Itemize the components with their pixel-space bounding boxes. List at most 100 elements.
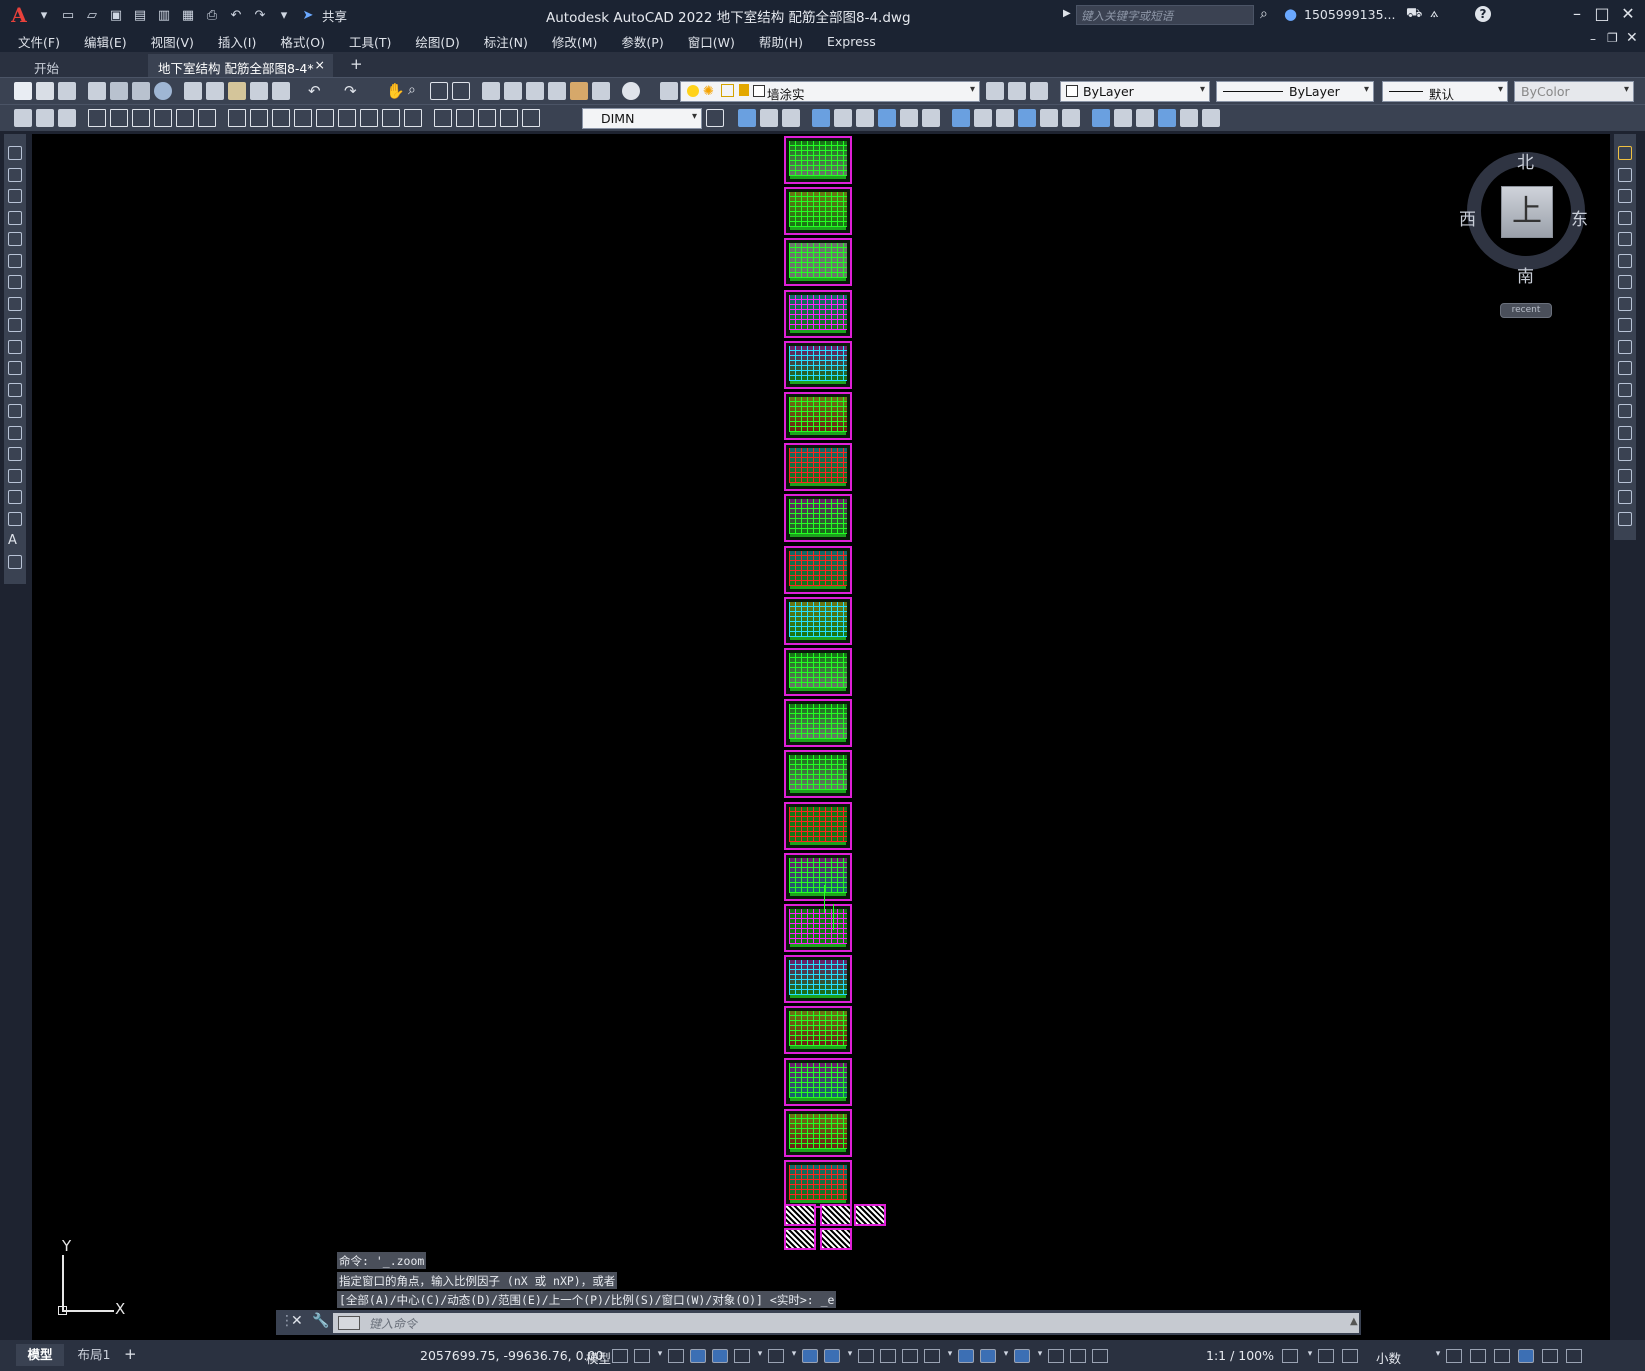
- arc-icon[interactable]: [8, 253, 22, 268]
- close-icon[interactable]: ✕: [1617, 4, 1639, 26]
- chevron-down-icon[interactable]: ▾: [656, 1349, 664, 1363]
- copy-object-icon[interactable]: [760, 109, 778, 127]
- menu-file[interactable]: 文件(F): [18, 32, 60, 51]
- diameter-dim-icon[interactable]: [228, 109, 246, 127]
- cart-icon[interactable]: ⛟: [1406, 6, 1422, 23]
- array-icon[interactable]: [834, 109, 852, 127]
- tab-model[interactable]: 模型: [16, 1344, 64, 1366]
- save-web-icon[interactable]: ▦: [178, 5, 198, 25]
- drawing-sheet[interactable]: [784, 801, 852, 850]
- array-icon[interactable]: [1618, 232, 1632, 246]
- block-editor-icon[interactable]: [272, 82, 290, 100]
- doc-close-icon[interactable]: ✕: [1626, 30, 1638, 46]
- dim-edit-icon[interactable]: [478, 109, 496, 127]
- chevron-down-icon[interactable]: ▾: [970, 84, 975, 95]
- extend-icon[interactable]: [974, 109, 992, 127]
- object-snap-tracking-icon[interactable]: [802, 1349, 818, 1363]
- rectangle-icon[interactable]: [8, 232, 22, 246]
- drawing-sheet[interactable]: [784, 187, 852, 236]
- tab-start[interactable]: 开始: [4, 54, 146, 78]
- share-icon[interactable]: ➤: [298, 5, 318, 25]
- drawing-sheet[interactable]: [784, 392, 852, 440]
- offset-icon[interactable]: [812, 109, 830, 127]
- break-icon[interactable]: [996, 109, 1014, 127]
- drawing-sheet[interactable]: [784, 904, 852, 952]
- dynamic-ucs-icon[interactable]: [958, 1349, 974, 1363]
- maximize-icon[interactable]: □: [1591, 4, 1613, 26]
- insert-block-icon[interactable]: [8, 382, 22, 397]
- viewcube-east[interactable]: 东: [1571, 205, 1588, 230]
- point-icon[interactable]: [8, 425, 22, 440]
- selection-filter-icon[interactable]: [980, 1349, 996, 1363]
- chevron-down-icon[interactable]: ▾: [1306, 1349, 1314, 1363]
- plot-icon[interactable]: [88, 82, 106, 100]
- chevron-down-icon[interactable]: ▾: [846, 1349, 854, 1363]
- workspace-icon[interactable]: [1282, 1349, 1298, 1363]
- tab-close-icon[interactable]: ×: [315, 57, 325, 72]
- drawing-sheet[interactable]: [784, 1006, 852, 1055]
- region-icon[interactable]: [8, 490, 22, 504]
- drawing-sheet[interactable]: [784, 238, 852, 287]
- undo-icon[interactable]: ↶: [226, 5, 246, 25]
- dimstyle-dropdown[interactable]: DIMN ▾: [582, 108, 702, 129]
- save-icon[interactable]: [58, 82, 76, 100]
- aligned-dim-icon[interactable]: [110, 109, 128, 127]
- polygon-icon[interactable]: [8, 210, 22, 225]
- drawing-sheet[interactable]: [784, 648, 852, 696]
- dynamic-input-icon[interactable]: [690, 1349, 706, 1363]
- extend-icon[interactable]: [1618, 361, 1632, 375]
- clean-screen-icon[interactable]: [1542, 1349, 1558, 1363]
- match-properties-icon[interactable]: [250, 82, 268, 100]
- drawing-sheet[interactable]: [784, 852, 852, 901]
- lineweight-dropdown[interactable]: 默认 ▾: [1382, 81, 1508, 102]
- drawing-sheet[interactable]: [784, 955, 852, 1004]
- radius-dim-icon[interactable]: [176, 109, 194, 127]
- move-icon[interactable]: [856, 109, 874, 127]
- user-icon[interactable]: ●: [1284, 5, 1297, 23]
- hardware-acceleration-icon[interactable]: [1518, 1349, 1534, 1363]
- box-icon[interactable]: [36, 109, 54, 127]
- fillet-icon[interactable]: [1618, 468, 1632, 483]
- share-button[interactable]: 共享: [322, 6, 347, 25]
- draw-order-icon[interactable]: [1158, 109, 1176, 127]
- dim-space-icon[interactable]: [338, 109, 356, 127]
- plotstyle-dropdown[interactable]: ByColor ▾: [1514, 81, 1634, 102]
- chevron-down-icon[interactable]: ▾: [756, 1349, 764, 1363]
- chevron-down-icon[interactable]: ▾: [790, 1349, 798, 1363]
- autocad-logo[interactable]: A: [6, 2, 32, 28]
- transparency-icon[interactable]: [880, 1349, 896, 1363]
- gradient-icon[interactable]: [8, 468, 22, 483]
- selection-cycling-icon[interactable]: [902, 1349, 918, 1363]
- ellipse-icon[interactable]: [8, 339, 22, 354]
- scale-icon[interactable]: [1618, 296, 1632, 311]
- command-recent-icon[interactable]: [338, 1316, 360, 1330]
- open-folder-icon[interactable]: ▱: [82, 5, 102, 25]
- snap-icon[interactable]: [634, 1349, 650, 1363]
- move-icon[interactable]: [1618, 253, 1632, 268]
- drawing-sheet[interactable]: [784, 699, 852, 748]
- hatch-icon[interactable]: [8, 447, 22, 461]
- blend-curves-icon[interactable]: [1618, 490, 1632, 504]
- chevron-down-icon[interactable]: ▾: [1002, 1349, 1010, 1363]
- center-mark-icon[interactable]: [404, 109, 422, 127]
- search-input[interactable]: 键入关键字或短语: [1076, 5, 1254, 25]
- zoom-previous-icon[interactable]: [452, 82, 470, 100]
- menu-view[interactable]: 视图(V): [151, 32, 194, 51]
- chevron-down-icon[interactable]: ▾: [1624, 84, 1629, 95]
- zoom-window-icon[interactable]: [430, 82, 448, 100]
- doc-minimize-icon[interactable]: –: [1590, 32, 1596, 46]
- drawing-sheet[interactable]: [784, 1057, 852, 1106]
- construction-line-icon[interactable]: [8, 167, 22, 182]
- tab-layout1[interactable]: 布局1: [68, 1344, 120, 1366]
- search-icon[interactable]: ⌕: [1260, 6, 1268, 22]
- dim-update-icon[interactable]: [522, 109, 540, 127]
- chevron-down-icon[interactable]: ▾: [946, 1349, 954, 1363]
- gizmo-icon[interactable]: [1014, 1349, 1030, 1363]
- help-button[interactable]: ?: [1475, 6, 1491, 22]
- dim-break-icon[interactable]: [360, 109, 378, 127]
- trim-icon[interactable]: [1618, 339, 1632, 354]
- send-back-icon[interactable]: [1202, 109, 1220, 127]
- jogged-linear-icon[interactable]: [456, 109, 474, 127]
- color-dropdown[interactable]: ByLayer ▾: [1060, 81, 1210, 102]
- chamfer-icon[interactable]: [1040, 109, 1058, 127]
